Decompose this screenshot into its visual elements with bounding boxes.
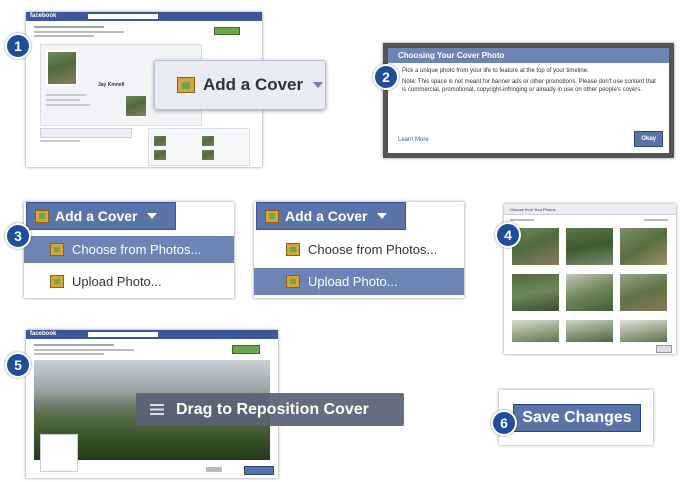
- photo-thumbnail: [154, 150, 166, 160]
- text-line: [34, 26, 104, 28]
- add-cover-menu-upload: Add a Cover Choose from Photos... Upload…: [254, 202, 464, 298]
- photo-icon: [35, 209, 49, 223]
- facebook-top-bar: facebook: [26, 330, 278, 339]
- facebook-logo: facebook: [30, 331, 57, 337]
- facebook-logo: facebook: [30, 13, 57, 19]
- photo-icon: [286, 243, 300, 256]
- add-cover-label: Add a Cover: [285, 208, 368, 224]
- photo-thumbnail: [202, 150, 214, 160]
- drag-handle-icon: [150, 404, 164, 415]
- green-button[interactable]: [232, 345, 260, 354]
- text-line: [40, 140, 80, 142]
- text-line: [46, 104, 90, 106]
- status-composer[interactable]: [40, 128, 132, 138]
- search-input[interactable]: [88, 332, 158, 337]
- text-line: [34, 35, 94, 37]
- text-line: [34, 31, 124, 33]
- dialog-title: Choosing Your Cover Photo: [388, 48, 669, 63]
- search-input[interactable]: [88, 14, 158, 19]
- text-line: [34, 344, 114, 346]
- step-badge: 6: [491, 410, 517, 436]
- chevron-down-icon: [313, 82, 324, 88]
- profile-picture: [46, 50, 78, 86]
- photo-thumbnail: [202, 136, 214, 146]
- green-button[interactable]: [214, 27, 240, 35]
- add-cover-label: Add a Cover: [55, 208, 138, 224]
- learn-more-link[interactable]: Learn More: [398, 137, 429, 143]
- dialog-text: Pick a unique photo from your life to fe…: [402, 68, 589, 74]
- save-changes-panel: Save Changes: [499, 390, 653, 445]
- text-line: [46, 94, 86, 96]
- text-line: [644, 219, 668, 221]
- add-cover-menu-choose: Add a Cover Choose from Photos... Upload…: [24, 202, 234, 298]
- menu-item-choose-photos[interactable]: Choose from Photos...: [254, 236, 464, 263]
- photo-icon: [50, 243, 64, 256]
- step-badge: 4: [495, 222, 521, 248]
- menu-item-upload-photo[interactable]: Upload Photo...: [254, 268, 464, 295]
- text-line: [34, 349, 134, 351]
- photo-icon: [177, 77, 195, 93]
- menu-item-label: Choose from Photos...: [308, 242, 438, 257]
- text-line: [34, 353, 104, 355]
- photo-thumbnail[interactable]: [566, 274, 613, 311]
- step-badge: 5: [5, 352, 31, 378]
- add-cover-button[interactable]: Add a Cover: [154, 60, 326, 110]
- text-line: [46, 99, 80, 101]
- step-badge: 2: [373, 64, 399, 90]
- photo-thumbnail[interactable]: [566, 320, 613, 342]
- menu-item-label: Upload Photo...: [72, 274, 162, 289]
- menu-item-label: Choose from Photos...: [72, 242, 202, 257]
- dialog-note: Note: This space is not meant for banner…: [402, 79, 656, 93]
- photo-icon: [265, 209, 279, 223]
- facebook-top-bar: facebook: [26, 12, 262, 21]
- text-line: [510, 219, 534, 221]
- profile-name: Jay Kinnell: [98, 82, 125, 88]
- add-cover-button[interactable]: Add a Cover: [256, 202, 406, 230]
- save-changes-button[interactable]: [244, 466, 274, 475]
- step-badge: 1: [5, 33, 31, 59]
- cancel-link[interactable]: [206, 467, 222, 472]
- photo-thumbnail[interactable]: [620, 274, 667, 311]
- activity-box: [148, 128, 250, 166]
- menu-item-upload-photo[interactable]: Upload Photo...: [24, 268, 234, 295]
- save-changes-button[interactable]: Save Changes: [513, 404, 641, 432]
- drag-label: Drag to Reposition Cover: [176, 400, 369, 418]
- photo-thumbnail[interactable]: [512, 320, 559, 342]
- upload-icon: [50, 275, 64, 288]
- menu-item-label: Upload Photo...: [308, 274, 398, 289]
- photo-thumbnail: [126, 96, 146, 116]
- choose-photos-dialog: Choose from Your Photos: [504, 204, 676, 354]
- menu-item-choose-photos[interactable]: Choose from Photos...: [24, 236, 234, 263]
- cancel-button[interactable]: [656, 345, 672, 353]
- chevron-down-icon: [377, 213, 388, 219]
- add-cover-label: Add a Cover: [203, 75, 304, 94]
- chevron-down-icon: [147, 213, 158, 219]
- okay-button[interactable]: Okay: [634, 131, 663, 147]
- photo-thumbnail[interactable]: [620, 320, 667, 342]
- add-cover-button[interactable]: Add a Cover: [26, 202, 176, 230]
- dialog-title: Choose from Your Photos: [510, 207, 556, 212]
- photo-thumbnail[interactable]: [620, 228, 667, 265]
- upload-icon: [286, 275, 300, 288]
- step-badge: 3: [5, 223, 31, 249]
- photo-thumbnail[interactable]: [512, 274, 559, 311]
- drag-reposition-tooltip[interactable]: Drag to Reposition Cover: [136, 393, 404, 426]
- profile-picture: [40, 434, 78, 472]
- photo-thumbnail: [154, 136, 166, 146]
- photo-thumbnail[interactable]: [566, 228, 613, 265]
- cover-photo-dialog: Choosing Your Cover Photo Pick a unique …: [383, 43, 674, 158]
